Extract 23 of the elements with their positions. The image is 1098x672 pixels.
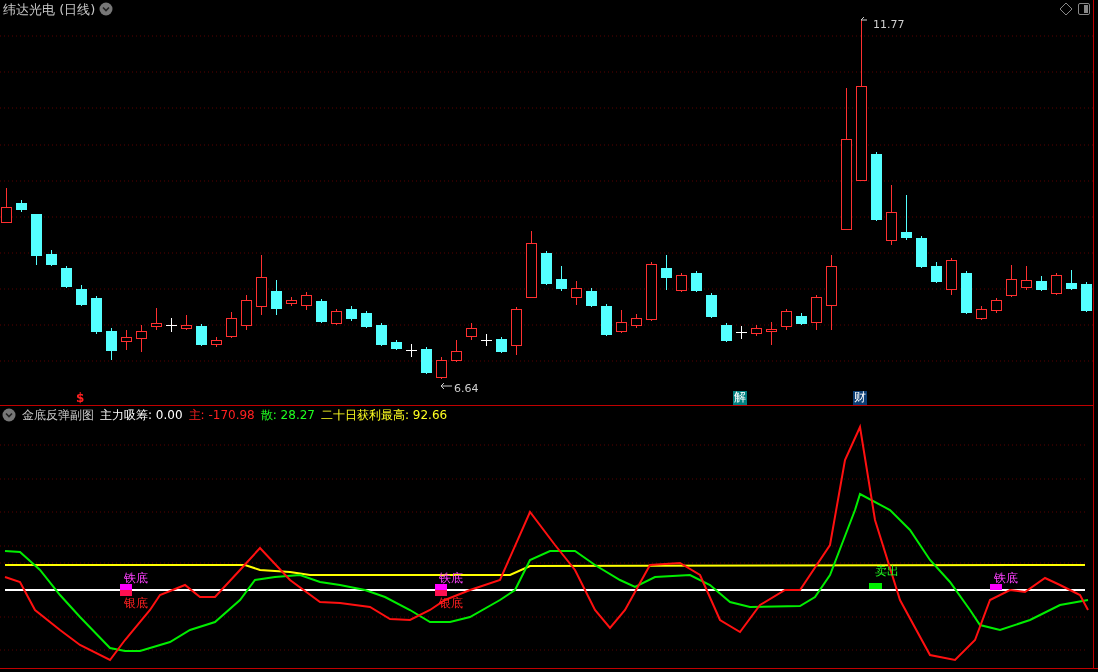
pointer-arrow <box>860 16 868 21</box>
dropdown-icon[interactable] <box>99 2 114 16</box>
signal-label: 银底 <box>439 597 463 609</box>
indicator-reading: 二十日获利最高: 92.66 <box>321 409 448 421</box>
indicator-reading: 主: -170.98 <box>188 409 255 421</box>
indicator-name: 金底反弹副图 <box>22 409 94 421</box>
indicator-reading: 散: 28.27 <box>260 409 315 421</box>
signal-label: 银底 <box>124 597 148 609</box>
chart-title: 纬达光电 (日线) <box>3 2 96 16</box>
event-badge: 财 <box>853 391 867 405</box>
diamond-icon[interactable] <box>1059 2 1073 16</box>
signal-marker <box>869 583 882 589</box>
pointer-arrow <box>440 382 453 390</box>
indicator-dropdown-icon[interactable] <box>2 408 16 422</box>
signal-label: 铁底 <box>994 572 1018 584</box>
panel-toggle-icon[interactable] <box>1078 3 1090 15</box>
high-price-label: 11.77 <box>873 19 905 30</box>
signal-marker <box>990 584 1002 590</box>
event-badge: 解 <box>733 391 747 405</box>
indicator-reading: 主力吸筹: 0.00 <box>100 409 183 421</box>
signal-label: 铁底 <box>124 572 148 584</box>
low-price-label: 6.64 <box>454 383 479 394</box>
dollar-marker: $ <box>76 392 85 404</box>
